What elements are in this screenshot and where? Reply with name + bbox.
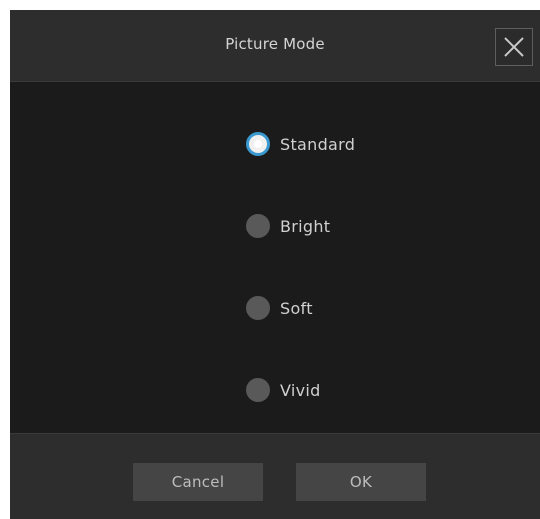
option-vivid[interactable]: Vivid [246, 375, 321, 405]
radio-unselected-icon[interactable] [246, 214, 270, 238]
dialog-title: Picture Mode [225, 35, 325, 53]
option-soft[interactable]: Soft [246, 293, 313, 323]
close-button[interactable] [495, 28, 533, 66]
ok-button[interactable]: OK [296, 463, 426, 501]
option-standard[interactable]: Standard [246, 129, 355, 159]
radio-selected-icon[interactable] [246, 132, 270, 156]
dialog-footer: Cancel OK [10, 433, 540, 519]
radio-unselected-icon[interactable] [246, 378, 270, 402]
cancel-button[interactable]: Cancel [133, 463, 263, 501]
option-label: Standard [280, 134, 356, 154]
picture-mode-dialog: Picture Mode Standard Bright Soft Vivid … [10, 10, 540, 519]
option-label: Soft [280, 298, 313, 318]
option-label: Bright [280, 216, 331, 236]
option-label: Vivid [280, 380, 321, 400]
close-icon [504, 37, 524, 57]
radio-unselected-icon[interactable] [246, 296, 270, 320]
option-bright[interactable]: Bright [246, 211, 330, 241]
picture-mode-options: Standard Bright Soft Vivid [10, 82, 540, 433]
dialog-header: Picture Mode [10, 10, 540, 82]
